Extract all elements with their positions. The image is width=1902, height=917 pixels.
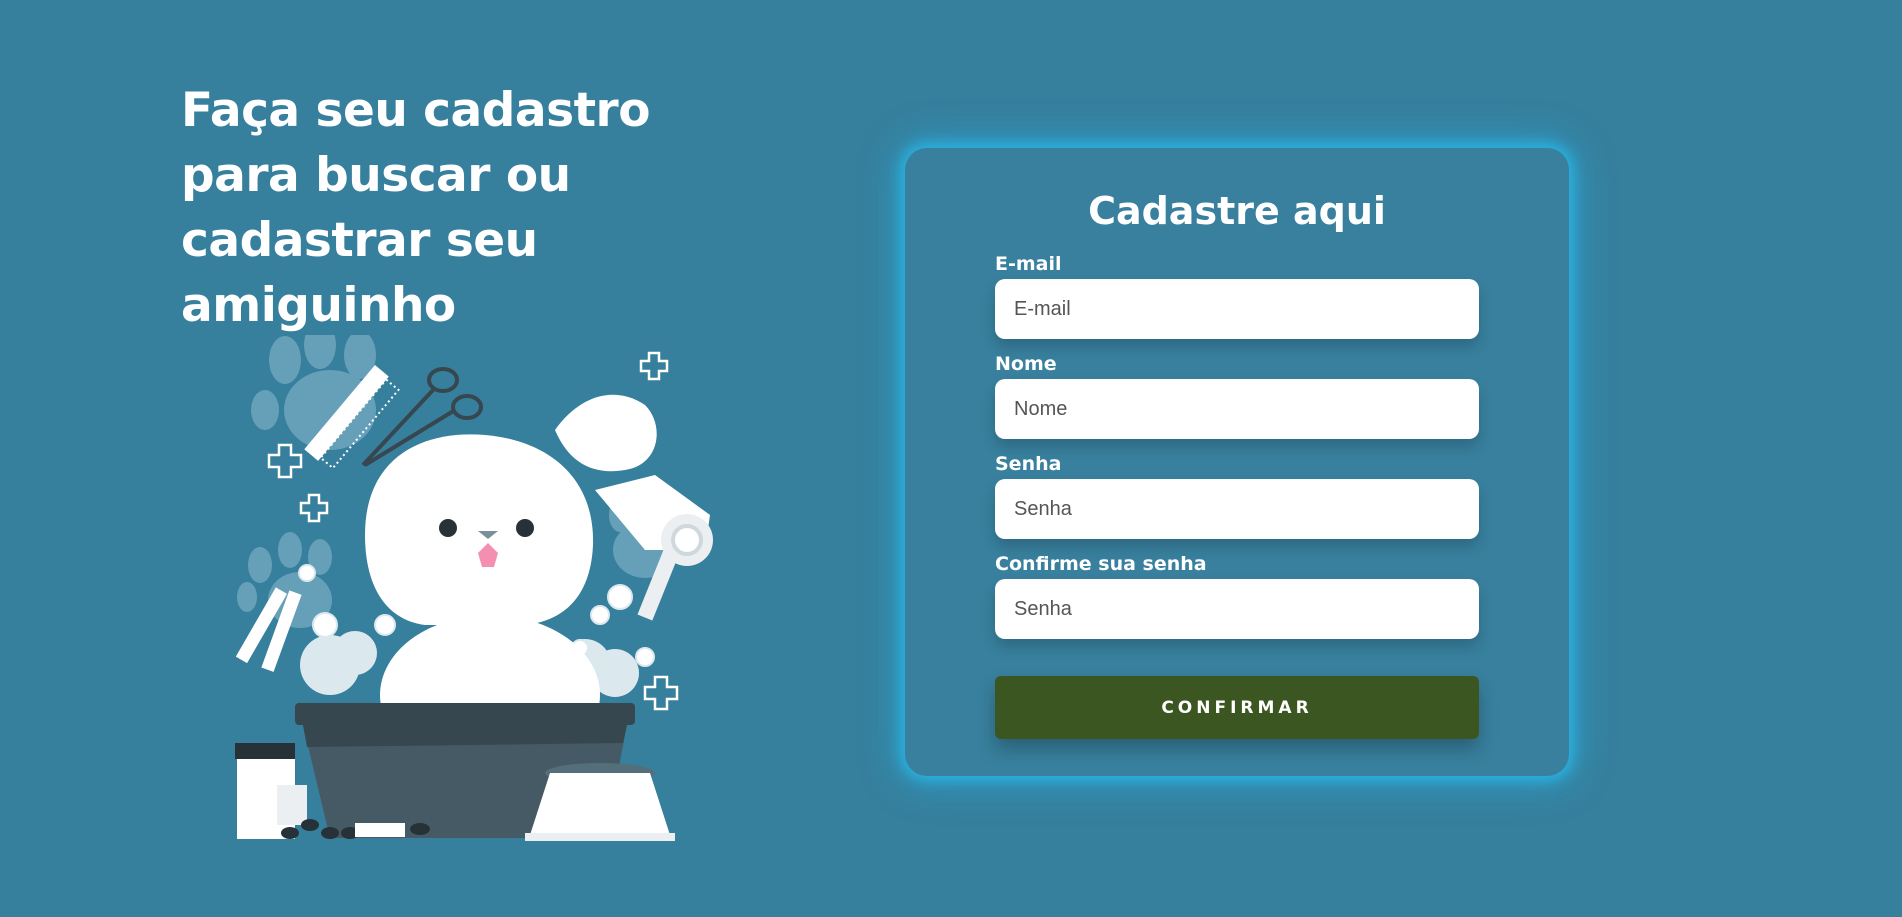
email-label: E-mail [995, 253, 1062, 275]
brush-icon [355, 823, 405, 837]
signup-page: Faça seu cadastro para buscar ou cadastr… [0, 0, 1902, 917]
plus-sign-icon [267, 443, 303, 479]
password-field[interactable] [995, 479, 1479, 539]
confirm-password-label: Confirme sua senha [995, 553, 1207, 575]
password-label: Senha [995, 453, 1062, 475]
confirm-password-field[interactable] [995, 579, 1479, 639]
food-bowl-icon [525, 763, 675, 841]
name-label: Nome [995, 353, 1057, 375]
dog-eye-icon [439, 519, 457, 537]
form-title: Cadastre aqui [1088, 189, 1386, 233]
name-field[interactable] [995, 379, 1479, 439]
bottle-icon [235, 743, 307, 839]
hero-headline: Faça seu cadastro para buscar ou cadastr… [181, 83, 651, 333]
plus-sign-icon [299, 493, 329, 523]
email-field[interactable] [995, 279, 1479, 339]
dog-eye-icon [516, 519, 534, 537]
confirm-button[interactable]: CONFIRMAR [995, 676, 1479, 739]
signup-card: Cadastre aqui E-mail Nome Senha Confirme… [905, 148, 1569, 776]
dog-grooming-illustration [235, 335, 713, 841]
plus-sign-icon [643, 675, 679, 711]
plus-sign-icon [639, 351, 669, 381]
